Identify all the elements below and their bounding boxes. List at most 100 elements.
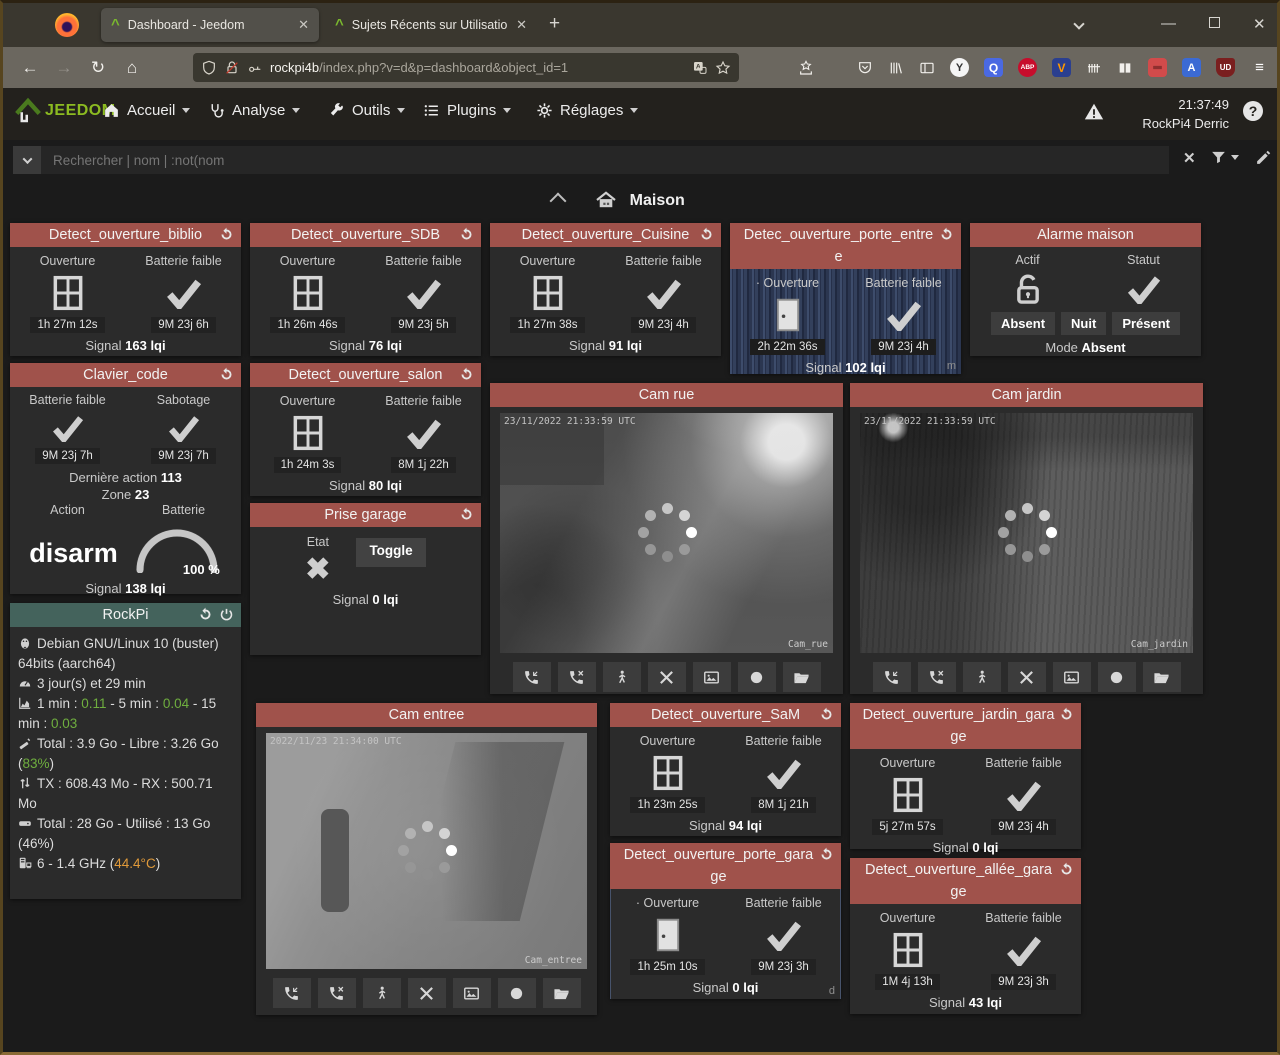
ext-ublock-icon[interactable]: UD (1216, 58, 1235, 77)
close-icon (658, 669, 675, 686)
record-button[interactable] (498, 978, 536, 1008)
stop-button[interactable] (408, 978, 446, 1008)
window-closed-icon (20, 272, 116, 314)
refresh-icon[interactable] (699, 227, 714, 242)
ext-q-icon[interactable]: Q (984, 58, 1003, 77)
refresh-icon[interactable] (219, 227, 234, 242)
clear-search-icon[interactable]: ✕ (1183, 149, 1196, 167)
stop-button[interactable] (648, 662, 686, 692)
bookmark-star-icon[interactable] (715, 60, 731, 76)
ext-fence-icon[interactable] (1086, 60, 1102, 76)
camera-feed[interactable]: 23/11/2022 21:33:59 UTC Cam_rue (500, 413, 833, 653)
camera-feed[interactable]: 2022/11/23 21:34:00 UTC Cam_entree (266, 733, 587, 969)
maximize-button[interactable] (1209, 15, 1220, 32)
camera-feed[interactable]: 23/11/2022 21:33:59 UTC Cam_jardin (860, 413, 1193, 653)
shield-icon[interactable] (201, 60, 217, 76)
widget-header: Detect_ouverture_SDB (250, 223, 481, 247)
window-closed-icon (260, 412, 356, 454)
absent-button[interactable]: Absent (991, 312, 1055, 335)
call-button[interactable] (273, 978, 311, 1008)
widget-title: RockPi (103, 607, 149, 623)
firefox-icon[interactable] (55, 13, 79, 37)
back-button[interactable]: ← (13, 58, 47, 78)
record-button[interactable] (738, 662, 776, 692)
library-icon[interactable] (888, 60, 904, 76)
nuit-button[interactable]: Nuit (1061, 312, 1106, 335)
widget-detect-ouverture-porte-garage: Detect_ouverture_porte_garage · Ouvertur… (610, 843, 841, 999)
menu-analyse[interactable]: Analyse (208, 102, 300, 119)
duration-chip: 9M 23j 3h (751, 959, 816, 975)
menu-plugins[interactable]: Plugins (423, 102, 511, 119)
filter-caret-icon[interactable] (1231, 155, 1239, 160)
record-button[interactable] (1098, 662, 1136, 692)
tab-dashboard[interactable]: ^ Dashboard - Jeedom ✕ (101, 8, 319, 42)
record-icon (508, 985, 525, 1002)
refresh-icon[interactable] (459, 367, 474, 382)
motion-detect-button[interactable] (963, 662, 1001, 692)
mode-value: Mode Absent (970, 340, 1201, 355)
refresh-icon[interactable] (1059, 707, 1074, 722)
ext-v-icon[interactable]: V (1052, 58, 1071, 77)
menu-icon[interactable]: ≡ (1250, 58, 1269, 77)
translate-icon[interactable]: A (692, 60, 708, 76)
recordings-button[interactable] (1143, 662, 1181, 692)
url-bar[interactable]: rockpi4b/index.php?v=d&p=dashboard&objec… (193, 53, 739, 82)
search-scope-button[interactable] (13, 146, 41, 174)
motion-detect-button[interactable] (603, 662, 641, 692)
warning-icon[interactable] (1083, 101, 1105, 123)
reload-button[interactable]: ↻ (81, 58, 115, 78)
menu-outils[interactable]: Outils (328, 102, 405, 119)
save-bookmark-icon[interactable] (798, 60, 814, 76)
refresh-icon[interactable] (198, 607, 213, 622)
end-call-button[interactable] (318, 978, 356, 1008)
clock-profile[interactable]: 21:37:49 RockPi4 Derric (1142, 95, 1229, 133)
refresh-icon[interactable] (819, 707, 834, 722)
menu-reglages[interactable]: Réglages (536, 102, 638, 119)
ext-book-icon[interactable] (1117, 60, 1133, 76)
list-tabs-icon[interactable] (1075, 15, 1083, 32)
ext-pdf-icon[interactable] (1148, 58, 1167, 77)
present-button[interactable]: Présent (1112, 312, 1180, 335)
call-button[interactable] (873, 662, 911, 692)
tab-close-icon[interactable]: ✕ (298, 17, 309, 33)
refresh-icon[interactable] (459, 227, 474, 242)
ext-translate-icon[interactable]: A (1182, 58, 1201, 77)
recordings-button[interactable] (543, 978, 581, 1008)
new-tab-button[interactable]: + (549, 13, 560, 35)
call-button[interactable] (513, 662, 551, 692)
home-button[interactable]: ⌂ (115, 58, 149, 78)
minimize-button[interactable]: — (1161, 15, 1176, 32)
snapshot-button[interactable] (693, 662, 731, 692)
refresh-icon[interactable] (939, 227, 954, 242)
power-icon[interactable] (219, 607, 234, 622)
forward-button[interactable]: → (47, 58, 81, 78)
permissions-icon[interactable] (247, 60, 263, 76)
stop-button[interactable] (1008, 662, 1046, 692)
close-button[interactable]: ✕ (1253, 15, 1266, 33)
refresh-icon[interactable] (1059, 862, 1074, 877)
end-call-button[interactable] (558, 662, 596, 692)
tab-forum[interactable]: ^ Sujets Récents sur Utilisation du ✕ (325, 8, 537, 42)
recordings-button[interactable] (783, 662, 821, 692)
filter-icon[interactable] (1210, 149, 1227, 166)
help-icon[interactable]: ? (1243, 101, 1263, 121)
snapshot-button[interactable] (1053, 662, 1091, 692)
lock-disabled-icon[interactable] (224, 60, 240, 76)
menu-accueil[interactable]: Accueil (103, 102, 190, 119)
refresh-icon[interactable] (819, 847, 834, 862)
motion-detect-button[interactable] (363, 978, 401, 1008)
tab-close-icon[interactable]: ✕ (516, 17, 527, 33)
ext-y-icon[interactable]: Y (950, 58, 969, 77)
ext-abp-icon[interactable]: ABP (1018, 58, 1037, 77)
search-input[interactable] (41, 146, 1169, 174)
end-call-button[interactable] (918, 662, 956, 692)
jeedom-logo[interactable]: JEEDOM (13, 96, 116, 126)
sidebar-icon[interactable] (919, 60, 935, 76)
snapshot-button[interactable] (453, 978, 491, 1008)
widget-detect-ouverture-sdb: Detect_ouverture_SDB Ouverture 1h 26m 46… (250, 223, 481, 356)
toggle-button[interactable]: Toggle (356, 538, 425, 567)
refresh-icon[interactable] (219, 367, 234, 382)
edit-icon[interactable] (1255, 149, 1272, 166)
pocket-icon[interactable] (857, 60, 873, 76)
refresh-icon[interactable] (459, 507, 474, 522)
